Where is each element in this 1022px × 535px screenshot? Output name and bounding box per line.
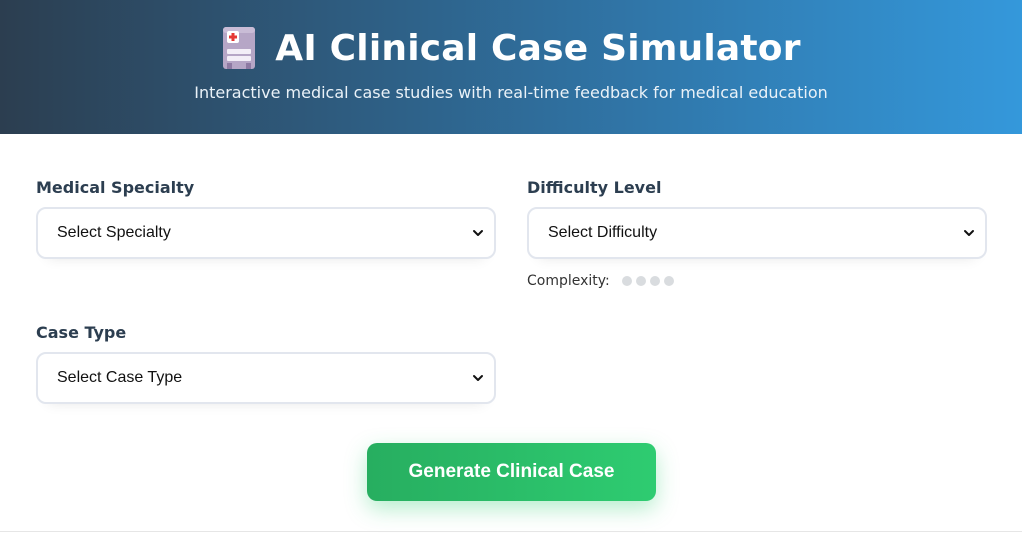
chevron-down-icon — [964, 230, 974, 236]
difficulty-select-value: Select Difficulty — [548, 224, 658, 241]
complexity-indicator: Complexity: — [527, 271, 987, 291]
complexity-dot — [663, 276, 674, 286]
case-type-select-value: Select Case Type — [57, 369, 183, 386]
hospital-icon — [223, 27, 256, 69]
case-type-label: Case Type — [36, 323, 127, 342]
case-form: Medical Specialty Select Specialty Diffi… — [0, 134, 1022, 532]
specialty-label: Medical Specialty — [36, 178, 195, 197]
specialty-select-value: Select Specialty — [57, 224, 171, 241]
complexity-label: Complexity: — [527, 273, 610, 289]
case-type-field: Case Type Select Case Type — [36, 322, 496, 404]
chevron-down-icon — [473, 230, 483, 236]
chevron-down-icon — [473, 375, 483, 381]
page-title: AI Clinical Case Simulator — [275, 27, 801, 69]
specialty-field: Medical Specialty Select Specialty — [36, 177, 496, 259]
case-type-select[interactable]: Select Case Type — [36, 352, 496, 404]
generate-case-button[interactable]: Generate Clinical Case — [367, 443, 656, 501]
complexity-dot — [649, 276, 660, 286]
complexity-dots — [621, 276, 674, 286]
divider — [0, 531, 1022, 532]
specialty-select[interactable]: Select Specialty — [36, 207, 496, 259]
difficulty-field: Difficulty Level Select Difficulty Compl… — [527, 177, 987, 291]
page-subtitle: Interactive medical case studies with re… — [194, 83, 828, 102]
complexity-dot — [621, 276, 632, 286]
title-row: AI Clinical Case Simulator — [0, 24, 1022, 72]
difficulty-label: Difficulty Level — [527, 178, 662, 197]
difficulty-select[interactable]: Select Difficulty — [527, 207, 987, 259]
complexity-dot — [635, 276, 646, 286]
app-header: AI Clinical Case Simulator Interactive m… — [0, 0, 1022, 134]
